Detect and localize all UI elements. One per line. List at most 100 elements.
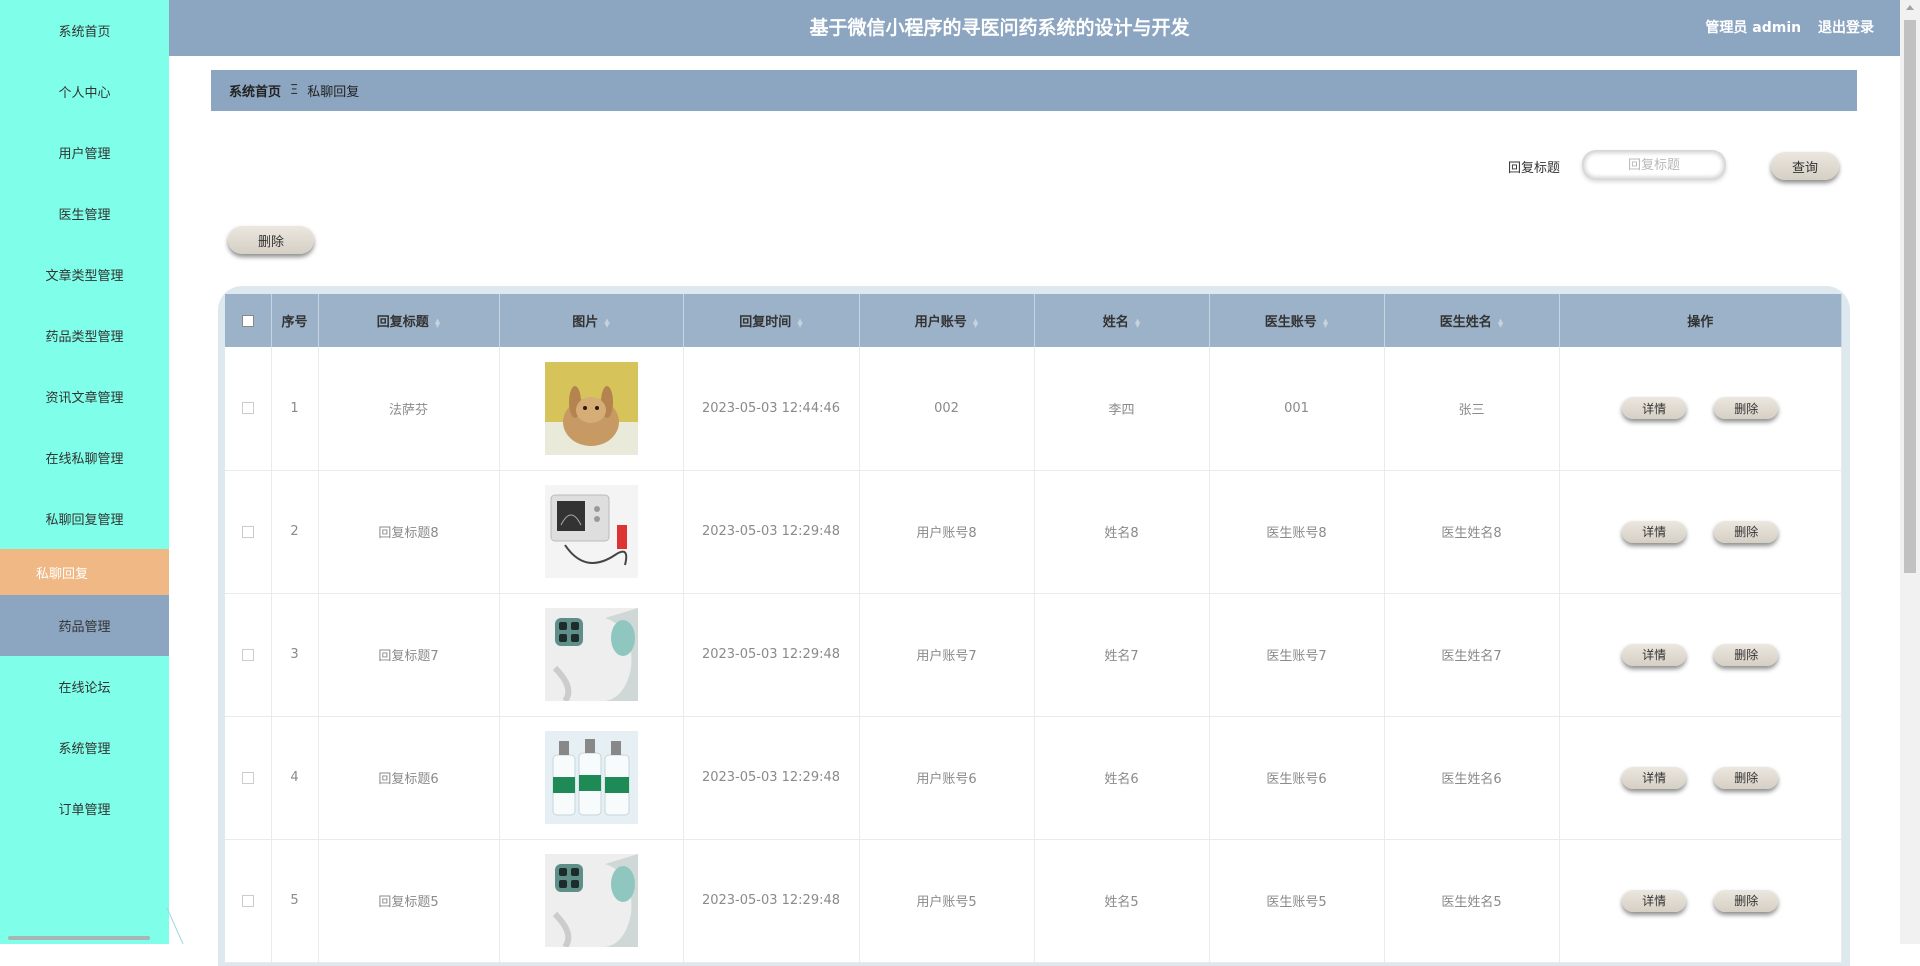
- sidebar-item-drug-types[interactable]: 药品类型管理: [0, 305, 169, 366]
- cell-user-account: 002: [859, 347, 1034, 470]
- top-header: 基于微信小程序的寻医问药系统的设计与开发 管理员 admin 退出登录: [169, 0, 1900, 56]
- table-row: 1 法萨芬 2023-05-03 12:44:46 002 李四 001 张三 …: [225, 347, 1842, 470]
- cell-index: 4: [271, 716, 318, 839]
- sort-icon[interactable]: ▲▼: [1323, 319, 1328, 327]
- sidebar-item-orders[interactable]: 订单管理: [0, 778, 169, 839]
- sort-icon[interactable]: ▲▼: [797, 319, 802, 327]
- detail-button[interactable]: 详情: [1622, 890, 1686, 912]
- header-select-all: [225, 294, 271, 347]
- table-row: 4 回复标题6 2023-05-03 12:29:48 用户账号6 姓名6 医生…: [225, 716, 1842, 839]
- header-image[interactable]: 图片▲▼: [499, 294, 683, 347]
- user-area: 管理员 admin 退出登录: [1705, 0, 1874, 56]
- breadcrumb-separator: Ξ: [290, 83, 298, 98]
- cell-doctor-account: 医生账号8: [1209, 470, 1384, 593]
- header-user-account-label: 用户账号: [915, 315, 967, 330]
- cell-time: 2023-05-03 12:29:48: [683, 593, 859, 716]
- decorative-line: [165, 904, 185, 944]
- sidebar-item-system[interactable]: 系统管理: [0, 717, 169, 778]
- cell-doctor-account: 001: [1209, 347, 1384, 470]
- sidebar-item-online-chat[interactable]: 在线私聊管理: [0, 427, 169, 488]
- header-title[interactable]: 回复标题▲▼: [318, 294, 499, 347]
- disinfectant-bottles-photo[interactable]: [545, 770, 638, 785]
- query-button[interactable]: 查询: [1771, 152, 1839, 180]
- cell-user-account: 用户账号8: [859, 470, 1034, 593]
- row-delete-button[interactable]: 删除: [1714, 890, 1778, 912]
- row-select-cell: [225, 470, 271, 593]
- detail-button[interactable]: 详情: [1622, 644, 1686, 666]
- sidebar-item-news-articles[interactable]: 资讯文章管理: [0, 366, 169, 427]
- breadcrumb-current: 私聊回复: [307, 81, 359, 100]
- ultrasound-device-photo[interactable]: [545, 524, 638, 539]
- massager-photo[interactable]: [545, 893, 638, 908]
- page-scrollbar[interactable]: [1900, 0, 1920, 944]
- table-header-row: 序号 回复标题▲▼ 图片▲▼ 回复时间▲▼ 用户账号▲▼ 姓名▲▼ 医生账号▲▼…: [225, 294, 1842, 347]
- header-time[interactable]: 回复时间 ▲▼: [683, 294, 859, 347]
- header-user-account[interactable]: 用户账号 ▲▼: [859, 294, 1034, 347]
- sidebar-item-users[interactable]: 用户管理: [0, 122, 169, 183]
- row-checkbox[interactable]: [242, 772, 254, 784]
- sidebar-subitem-chat-reply[interactable]: 私聊回复: [0, 549, 169, 595]
- cell-image: [499, 593, 683, 716]
- scroll-thumb[interactable]: [1904, 20, 1916, 573]
- sidebar-item-doctors[interactable]: 医生管理: [0, 183, 169, 244]
- sidebar-item-chat-replies[interactable]: 私聊回复管理: [0, 488, 169, 549]
- header-time-label: 回复时间: [739, 315, 791, 330]
- detail-button[interactable]: 详情: [1622, 521, 1686, 543]
- logout-link[interactable]: 退出登录: [1818, 20, 1874, 36]
- sort-icon[interactable]: ▲▼: [1498, 319, 1503, 327]
- cell-index: 2: [271, 470, 318, 593]
- header-doctor-name[interactable]: 医生姓名▲▼: [1384, 294, 1559, 347]
- cell-index: 1: [271, 347, 318, 470]
- cell-index: 3: [271, 593, 318, 716]
- reply-table: 序号 回复标题▲▼ 图片▲▼ 回复时间▲▼ 用户账号▲▼ 姓名▲▼ 医生账号▲▼…: [225, 294, 1842, 963]
- admin-user-label: 管理员 admin: [1705, 20, 1801, 36]
- row-delete-button[interactable]: 删除: [1714, 767, 1778, 789]
- cell-time: 2023-05-03 12:29:48: [683, 716, 859, 839]
- header-doctor-account[interactable]: 医生账号 ▲▼: [1209, 294, 1384, 347]
- search-input[interactable]: [1582, 150, 1726, 180]
- cell-image: [499, 347, 683, 470]
- page-title: 基于微信小程序的寻医问药系统的设计与开发: [169, 0, 1900, 56]
- row-delete-button[interactable]: 删除: [1714, 644, 1778, 666]
- row-checkbox[interactable]: [242, 526, 254, 538]
- row-checkbox[interactable]: [242, 402, 254, 414]
- header-name-label: 姓名: [1103, 315, 1129, 330]
- cell-user-account: 用户账号7: [859, 593, 1034, 716]
- row-checkbox[interactable]: [242, 895, 254, 907]
- select-all-checkbox[interactable]: [242, 315, 254, 327]
- header-doctor-account-label: 医生账号: [1265, 315, 1317, 330]
- cell-name: 姓名7: [1034, 593, 1209, 716]
- row-delete-button[interactable]: 删除: [1714, 521, 1778, 543]
- cell-doctor-name: 医生姓名7: [1384, 593, 1559, 716]
- row-select-cell: [225, 347, 271, 470]
- row-select-cell: [225, 593, 271, 716]
- detail-button[interactable]: 详情: [1622, 767, 1686, 789]
- cell-doctor-account: 医生账号7: [1209, 593, 1384, 716]
- cell-title: 法萨芬: [318, 347, 499, 470]
- delete-button[interactable]: 删除: [228, 226, 314, 254]
- cell-name: 姓名8: [1034, 470, 1209, 593]
- cell-actions: 详情 删除: [1559, 716, 1842, 839]
- cell-time: 2023-05-03 12:44:46: [683, 347, 859, 470]
- sidebar-item-drugs[interactable]: 药品管理: [0, 595, 169, 656]
- sort-icon[interactable]: ▲▼: [604, 319, 609, 327]
- row-delete-button[interactable]: 删除: [1714, 397, 1778, 419]
- breadcrumb-home[interactable]: 系统首页: [229, 81, 281, 100]
- detail-button[interactable]: 详情: [1622, 397, 1686, 419]
- sort-icon[interactable]: ▲▼: [435, 319, 440, 327]
- sidebar-scrollbar[interactable]: [8, 936, 150, 940]
- scroll-up-arrow-icon[interactable]: [1906, 5, 1914, 10]
- cell-actions: 详情 删除: [1559, 593, 1842, 716]
- sidebar-item-article-types[interactable]: 文章类型管理: [0, 244, 169, 305]
- table-row: 2 回复标题8 2023-05-03 12:29:48 用户账号8 姓名8 医生…: [225, 470, 1842, 593]
- row-checkbox[interactable]: [242, 649, 254, 661]
- sidebar-item-home[interactable]: 系统首页: [0, 0, 169, 61]
- sort-icon[interactable]: ▲▼: [973, 319, 978, 327]
- cell-actions: 详情 删除: [1559, 470, 1842, 593]
- sort-icon[interactable]: ▲▼: [1135, 319, 1140, 327]
- rabbit-photo[interactable]: [545, 401, 638, 416]
- massager-photo[interactable]: [545, 647, 638, 662]
- header-name[interactable]: 姓名 ▲▼: [1034, 294, 1209, 347]
- sidebar-item-forum[interactable]: 在线论坛: [0, 656, 169, 717]
- sidebar-item-profile[interactable]: 个人中心: [0, 61, 169, 122]
